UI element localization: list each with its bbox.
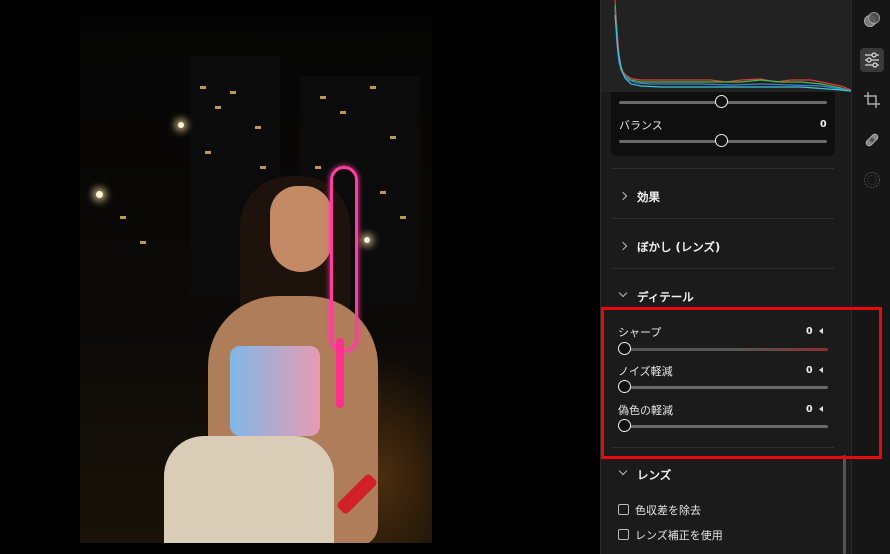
street-light (96, 191, 103, 198)
building-window (370, 86, 376, 89)
upper-slider-thumb[interactable] (715, 95, 728, 108)
building-window (320, 96, 326, 99)
adjust-sliders-icon (865, 52, 879, 68)
color-noise-reduction-slider-thumb[interactable] (618, 419, 631, 432)
building-window (120, 216, 126, 219)
grain-dots-icon (864, 172, 880, 188)
sharpen-slider-track[interactable] (625, 348, 828, 351)
reset-arrow-icon[interactable] (819, 406, 823, 412)
lens-correction-checkbox[interactable] (618, 529, 629, 540)
adjustments-panel: バランス 0 効果 ぼかし (レンズ) ディテール シャープ 0 ノイズ軽減 0… (600, 0, 851, 554)
chevron-right-icon (618, 241, 628, 251)
crop-tool[interactable] (860, 88, 884, 112)
building-window (255, 126, 261, 129)
histogram-graph (601, 0, 851, 92)
balance-value[interactable]: 0 (820, 119, 827, 130)
section-lens-label: レンズ (637, 468, 672, 482)
sharpen-label: シャープ (618, 326, 662, 339)
section-effects-label: 効果 (637, 190, 660, 204)
divider (612, 447, 834, 448)
remove-chromatic-aberration-label: 色収差を除去 (635, 504, 701, 517)
noise-reduction-slider-thumb[interactable] (618, 380, 631, 393)
healing-tool[interactable] (860, 128, 884, 152)
divider (612, 168, 834, 169)
building-window (140, 241, 146, 244)
lens-correction-label: レンズ補正を使用 (635, 529, 723, 542)
chevron-down-icon (618, 288, 628, 298)
healing-bandage-icon (865, 133, 879, 147)
sharpen-value[interactable]: 0 (806, 326, 813, 337)
sharpen-slider-thumb[interactable] (618, 342, 631, 355)
bubble-wand-handle (336, 338, 344, 408)
balance-slider-thumb[interactable] (715, 134, 728, 147)
noise-reduction-slider-track[interactable] (625, 386, 828, 389)
photo-preview[interactable] (80, 16, 432, 543)
noise-reduction-value[interactable]: 0 (806, 365, 813, 376)
color-noise-reduction-slider-track[interactable] (625, 425, 828, 428)
street-light (364, 237, 370, 243)
divider (612, 268, 834, 269)
chevron-right-icon (618, 191, 628, 201)
color-noise-reduction-label: 偽色の軽減 (618, 404, 673, 417)
section-detail[interactable]: ディテール (612, 283, 834, 313)
section-blur-lens-label: ぼかし (レンズ) (637, 240, 721, 254)
color-mix-tool[interactable] (860, 8, 884, 32)
grain-tool[interactable] (860, 168, 884, 192)
balance-label: バランス (619, 119, 663, 132)
photo-canvas[interactable] (0, 0, 600, 554)
chevron-down-icon (618, 466, 628, 476)
building-window (215, 106, 221, 109)
divider (612, 218, 834, 219)
noise-reduction-label: ノイズ軽減 (618, 365, 673, 378)
panel-scrollbar[interactable] (843, 455, 846, 554)
building-window (380, 191, 386, 194)
person-top (230, 346, 320, 436)
adjust-tool[interactable] (860, 48, 884, 72)
section-effects[interactable]: 効果 (612, 183, 834, 213)
building-window (230, 91, 236, 94)
reset-arrow-icon[interactable] (819, 367, 823, 373)
person-skirt (164, 436, 334, 543)
reset-arrow-icon[interactable] (819, 328, 823, 334)
building-window (200, 86, 206, 89)
building-window (205, 151, 211, 154)
color-mix-icon (864, 12, 880, 27)
section-lens[interactable]: レンズ (612, 461, 834, 491)
person-face (270, 186, 332, 272)
bubble-wand (330, 166, 358, 352)
histogram (601, 0, 851, 92)
building-window (390, 136, 396, 139)
color-noise-reduction-value[interactable]: 0 (806, 404, 813, 415)
building-window (260, 166, 266, 169)
building-window (400, 216, 406, 219)
building-window (315, 166, 321, 169)
street-light (178, 122, 184, 128)
remove-chromatic-aberration-checkbox[interactable] (618, 504, 629, 515)
split-toning-box: バランス 0 (611, 92, 835, 156)
tool-rail (851, 0, 890, 554)
section-blur-lens[interactable]: ぼかし (レンズ) (612, 233, 834, 263)
building-window (340, 111, 346, 114)
section-detail-label: ディテール (637, 290, 694, 304)
crop-icon (864, 92, 880, 108)
